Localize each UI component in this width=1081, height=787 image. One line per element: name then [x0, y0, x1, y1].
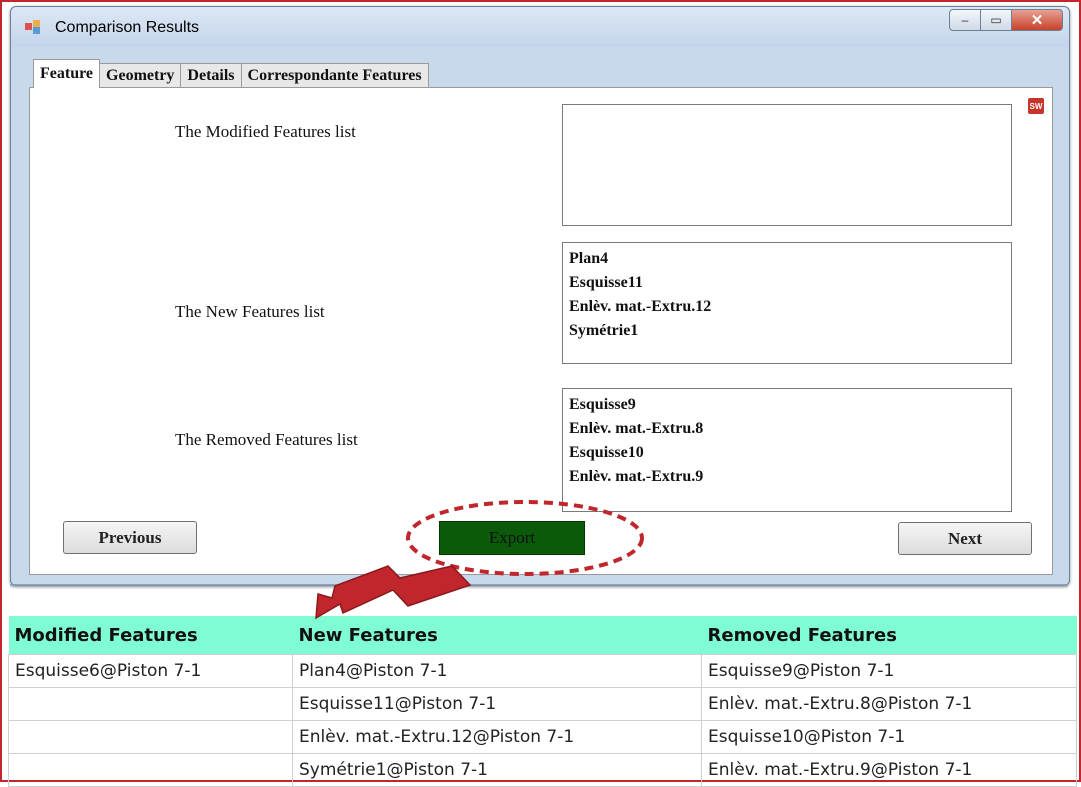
- new-feature-item[interactable]: Esquisse11: [569, 271, 1005, 295]
- table-cell: Enlèv. mat.-Extru.12@Piston 7-1: [292, 720, 702, 754]
- maximize-button[interactable]: ▭: [980, 9, 1012, 31]
- column-header-new: New Features: [292, 616, 702, 655]
- window-title: Comparison Results: [55, 19, 200, 36]
- table-header-row: Modified Features New Features Removed F…: [8, 616, 1077, 655]
- solidworks-icon[interactable]: SW: [1028, 98, 1044, 114]
- new-features-label: The New Features list: [175, 302, 325, 321]
- table-cell: [8, 687, 293, 721]
- column-header-modified: Modified Features: [8, 616, 293, 655]
- tab-correspondante-features[interactable]: Correspondante Features: [240, 63, 429, 88]
- new-feature-item[interactable]: Enlèv. mat.-Extru.12: [569, 295, 1005, 319]
- tab-geometry[interactable]: Geometry: [99, 63, 182, 88]
- removed-features-label: The Removed Features list: [175, 430, 358, 449]
- next-button[interactable]: Next: [898, 522, 1032, 555]
- removed-feature-item[interactable]: Enlèv. mat.-Extru.8: [569, 417, 1005, 441]
- table-row: Esquisse6@Piston 7-1 Plan4@Piston 7-1 Esqu…: [8, 654, 1077, 688]
- modified-features-listbox[interactable]: [562, 104, 1012, 226]
- close-button[interactable]: ✕: [1011, 9, 1063, 31]
- new-feature-item[interactable]: Plan4: [569, 247, 1005, 271]
- tab-feature[interactable]: Feature: [33, 59, 101, 88]
- tab-details[interactable]: Details: [180, 63, 242, 88]
- feature-tab-panel: SW The Modified Features list The New Fe…: [29, 87, 1053, 575]
- table-cell: Esquisse9@Piston 7-1: [701, 654, 1077, 688]
- table-cell: [8, 720, 293, 754]
- column-header-removed: Removed Features: [701, 616, 1077, 655]
- modified-features-label: The Modified Features list: [175, 122, 356, 141]
- app-icon: [25, 20, 43, 34]
- table-cell: Enlèv. mat.-Extru.8@Piston 7-1: [701, 687, 1077, 721]
- table-row: Esquisse11@Piston 7-1 Enlèv. mat.-Extru.8…: [8, 687, 1077, 721]
- removed-feature-item[interactable]: Enlèv. mat.-Extru.9: [569, 465, 1005, 489]
- tab-strip: Feature Geometry Details Correspondante …: [33, 59, 429, 88]
- comparison-results-window: Comparison Results – ▭ ✕ Feature Geometr…: [10, 6, 1070, 586]
- removed-feature-item[interactable]: Esquisse10: [569, 441, 1005, 465]
- table-cell: Esquisse10@Piston 7-1: [701, 720, 1077, 754]
- previous-button[interactable]: Previous: [63, 521, 197, 554]
- removed-feature-item[interactable]: Esquisse9: [569, 393, 1005, 417]
- table-cell: Esquisse11@Piston 7-1: [292, 687, 702, 721]
- title-bar[interactable]: Comparison Results – ▭ ✕: [11, 7, 1069, 47]
- new-feature-item[interactable]: Symétrie1: [569, 319, 1005, 343]
- export-button[interactable]: Export: [439, 521, 585, 555]
- minimize-button[interactable]: –: [949, 9, 981, 31]
- table-cell: Esquisse6@Piston 7-1: [8, 654, 293, 688]
- new-features-listbox[interactable]: Plan4 Esquisse11 Enlèv. mat.-Extru.12 Symét…: [562, 242, 1012, 364]
- table-row: Enlèv. mat.-Extru.12@Piston 7-1 Esquisse1…: [8, 720, 1077, 754]
- table-cell: Plan4@Piston 7-1: [292, 654, 702, 688]
- removed-features-listbox[interactable]: Esquisse9 Enlèv. mat.-Extru.8 Esquisse10 En…: [562, 388, 1012, 512]
- exported-features-table: Modified Features New Features Removed F…: [8, 616, 1077, 787]
- window-shadow: [10, 584, 1068, 588]
